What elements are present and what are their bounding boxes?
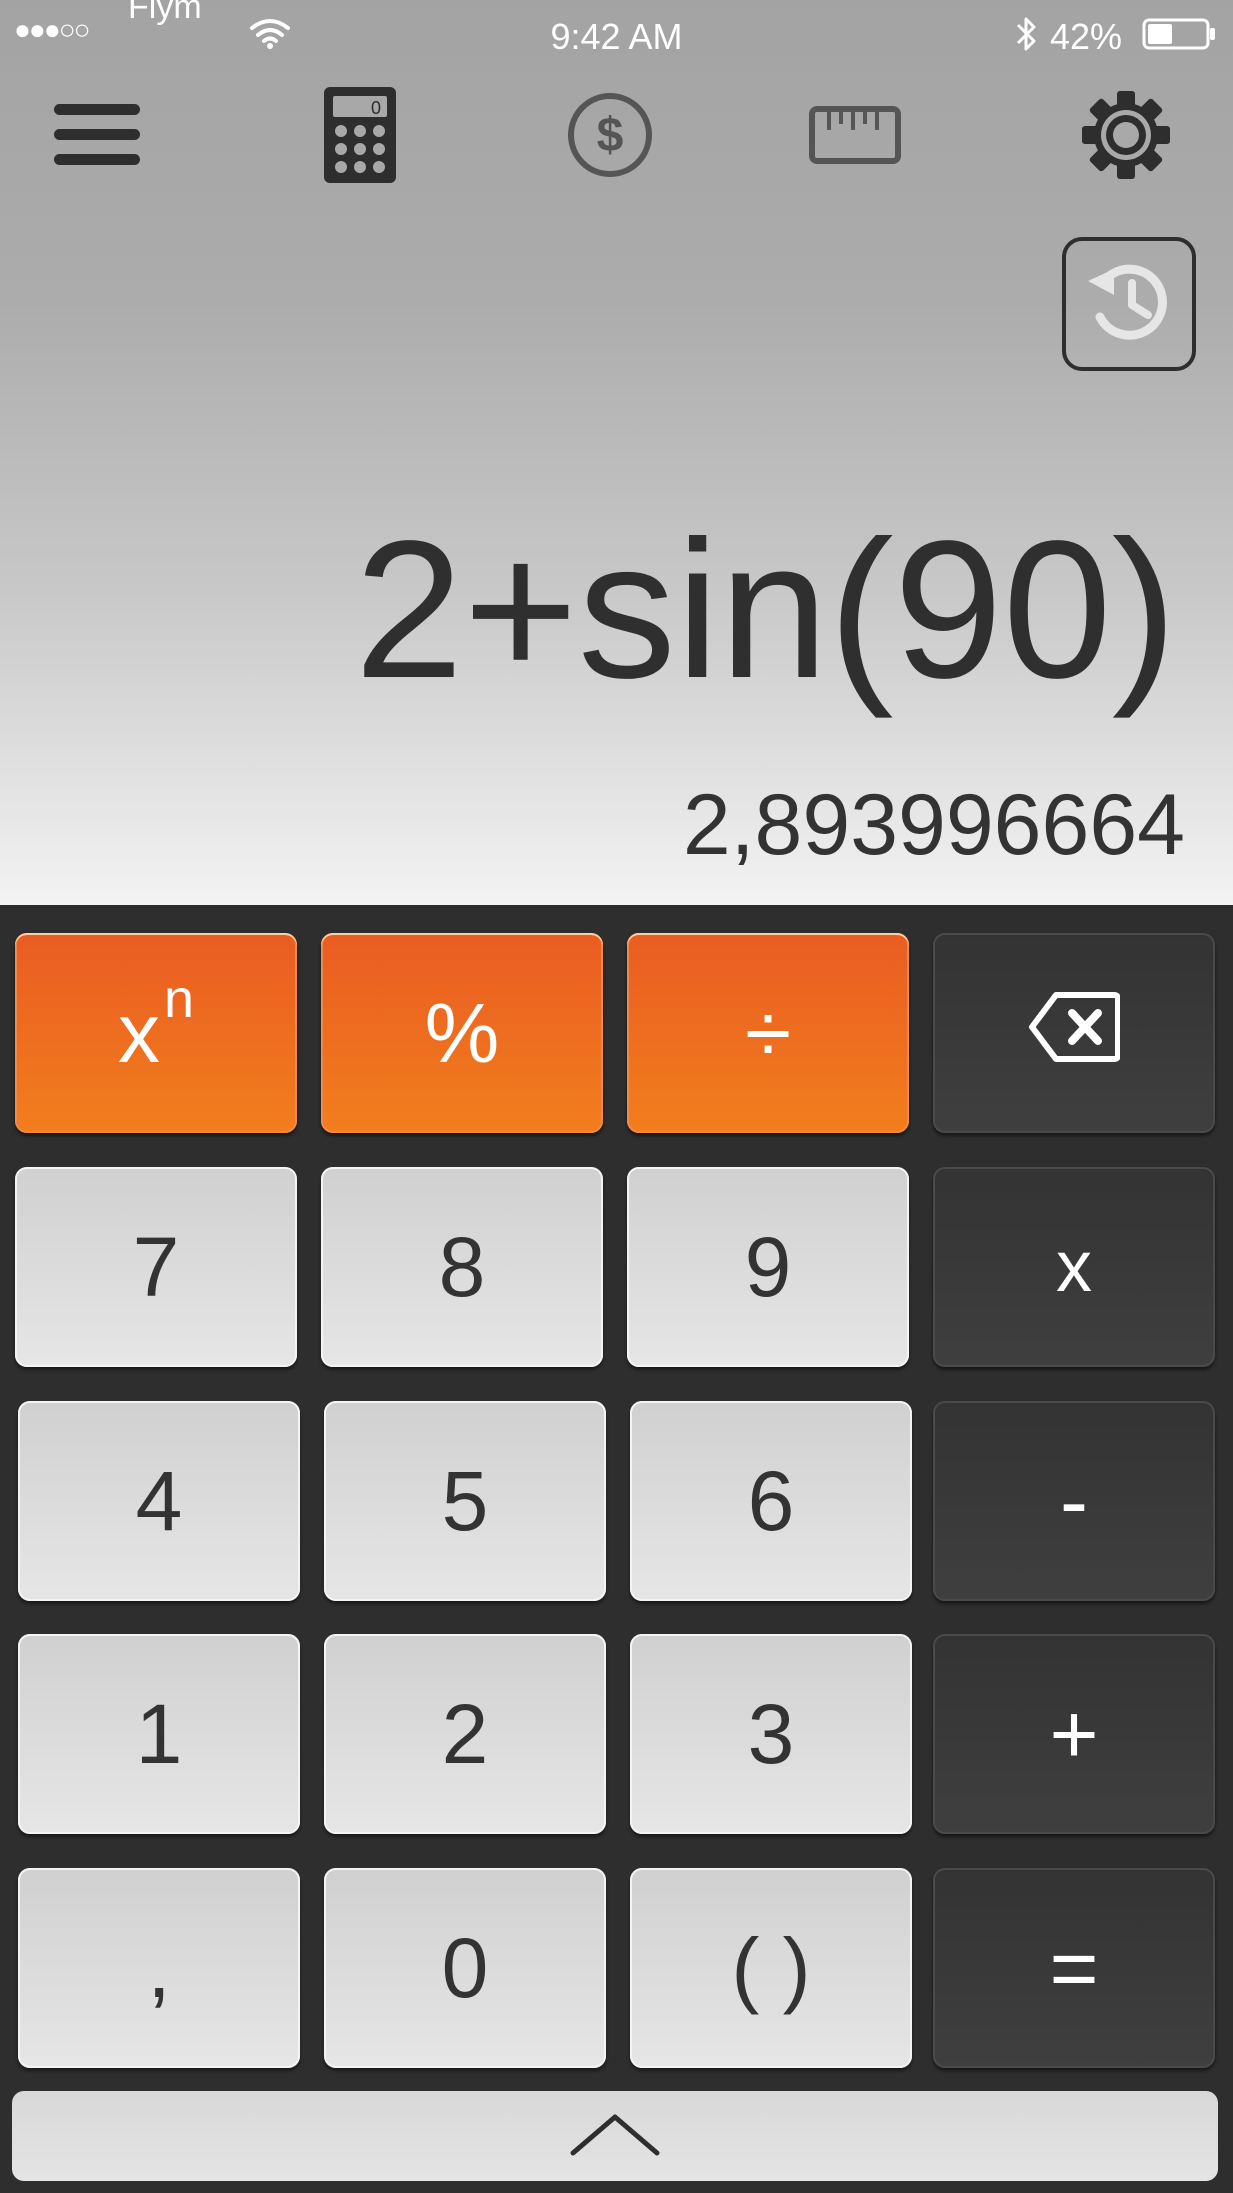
chevron-up-icon — [567, 2109, 663, 2164]
power-key-exponent: n — [163, 969, 195, 1029]
svg-text:$: $ — [597, 109, 624, 162]
digit-8-key[interactable]: 8 — [321, 1167, 603, 1367]
digit-6-key[interactable]: 6 — [630, 1401, 912, 1601]
result-display: 2,893996664 — [682, 777, 1185, 873]
digit-7-key[interactable]: 7 — [15, 1167, 297, 1367]
equals-key[interactable]: = — [933, 1868, 1215, 2068]
status-bar: ●●●○○ Flym 9:42 AM 42% — [0, 0, 1233, 70]
bluetooth-icon — [1014, 14, 1040, 54]
battery-icon — [1142, 18, 1216, 50]
battery-percentage: 42% — [1050, 16, 1123, 57]
menu-icon — [54, 104, 140, 166]
digit-6-label: 6 — [747, 1454, 795, 1548]
digit-3-label: 3 — [747, 1687, 795, 1781]
digit-3-key[interactable]: 3 — [630, 1634, 912, 1834]
svg-text:0: 0 — [371, 98, 381, 118]
power-key[interactable]: xn — [15, 933, 297, 1133]
subtract-key-label: - — [1060, 1454, 1088, 1548]
add-key[interactable]: + — [933, 1634, 1215, 1834]
expression-display: 2+sin(90) — [354, 500, 1177, 719]
backspace-key[interactable] — [933, 933, 1215, 1133]
divide-key[interactable]: ÷ — [627, 933, 909, 1133]
display-panel: ●●●○○ Flym 9:42 AM 42% 0 $ 2+sin(90) 2,8… — [0, 0, 1233, 905]
percent-key-label: % — [424, 986, 500, 1080]
calculator-mode-button[interactable]: 0 — [310, 80, 410, 190]
digit-4-key[interactable]: 4 — [18, 1401, 300, 1601]
currency-icon: $ — [566, 91, 654, 179]
currency-mode-button[interactable]: $ — [560, 80, 660, 190]
comma-key-label: , — [147, 1921, 171, 2015]
ruler-icon — [809, 106, 901, 164]
divide-key-label: ÷ — [744, 986, 792, 1080]
multiply-key-label: x — [1056, 1227, 1092, 1307]
digit-9-key[interactable]: 9 — [627, 1167, 909, 1367]
subtract-key[interactable]: - — [933, 1401, 1215, 1601]
digit-2-key[interactable]: 2 — [324, 1634, 606, 1834]
digit-0-key[interactable]: 0 — [324, 1868, 606, 2068]
equals-key-label: = — [1049, 1921, 1099, 2015]
gear-icon — [1080, 89, 1172, 181]
status-time: 9:42 AM — [550, 16, 683, 57]
power-key-base: x — [117, 986, 160, 1080]
digit-9-label: 9 — [744, 1220, 792, 1314]
digit-5-key[interactable]: 5 — [324, 1401, 606, 1601]
digit-4-label: 4 — [135, 1454, 183, 1548]
backspace-icon — [1028, 991, 1121, 1076]
digit-5-label: 5 — [441, 1454, 489, 1548]
digit-1-key[interactable]: 1 — [18, 1634, 300, 1834]
expand-scientific-bar[interactable] — [12, 2091, 1218, 2181]
digit-1-label: 1 — [135, 1687, 183, 1781]
digit-8-label: 8 — [438, 1220, 486, 1314]
add-key-label: + — [1049, 1687, 1099, 1781]
parentheses-key[interactable]: ( ) — [630, 1868, 912, 2068]
digit-7-label: 7 — [132, 1220, 180, 1314]
history-button[interactable] — [1062, 237, 1196, 371]
percent-key[interactable]: % — [321, 933, 603, 1133]
menu-button[interactable] — [44, 80, 150, 190]
units-mode-button[interactable] — [805, 80, 905, 190]
calculator-icon: 0 — [324, 87, 396, 183]
parentheses-key-label: ( ) — [731, 1921, 811, 2015]
history-icon — [1084, 257, 1174, 352]
comma-key[interactable]: , — [18, 1868, 300, 2068]
mode-toolbar: 0 $ — [0, 80, 1233, 190]
digit-0-label: 0 — [441, 1921, 489, 2015]
digit-2-label: 2 — [441, 1687, 489, 1781]
settings-button[interactable] — [1076, 80, 1176, 190]
multiply-key[interactable]: x — [933, 1167, 1215, 1367]
